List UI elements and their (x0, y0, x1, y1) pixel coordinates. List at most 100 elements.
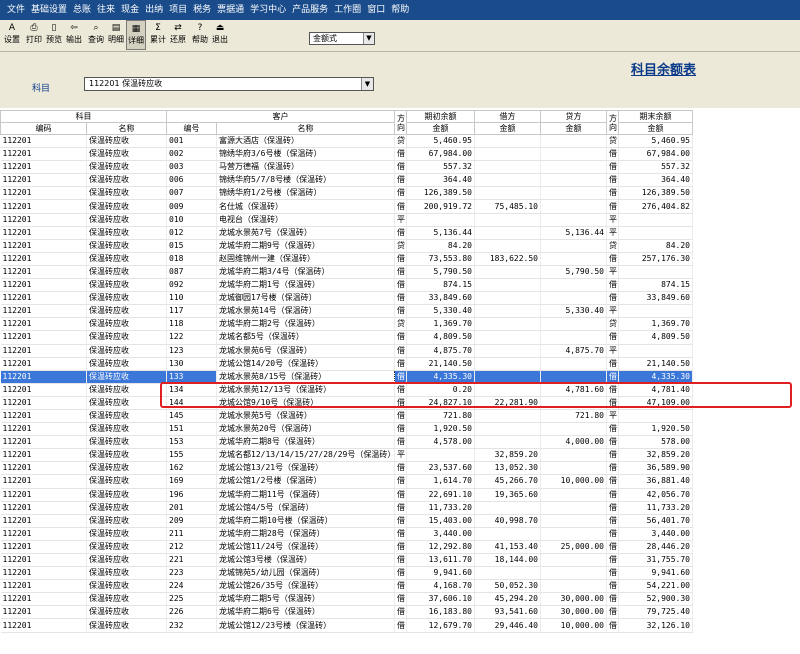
cell-direction: 借 (606, 435, 619, 450)
toolbar: A 设置 ⎙ 打印 ▯ 预览 ⇦ 输出 ⌕ 查询 ▤ 明细 ▦ 详细 Σ 累计 ⇄ 还原? 帮助 ⏏ 退出 (0, 20, 800, 52)
subject-select[interactable]: 112201 保温砖应收 ▼ (84, 77, 374, 91)
table-row[interactable]: 112201 保温砖应收 144 龙城公馆9/10号（保温砖）借 24,827.10 22… (0, 396, 693, 410)
cell-subject-name: 保温砖应收 (86, 330, 167, 345)
toolbar-button[interactable]: ▦ 详细 (126, 20, 146, 50)
menu-item[interactable]: 窗口 (364, 0, 388, 20)
cell-closing: 36,589.90 (618, 461, 693, 476)
table-row[interactable]: 112201 保温砖应收 134 龙城水景苑12/13号（保温砖）借 0.20 4,781… (0, 383, 693, 397)
table-row[interactable]: 112201 保温砖应收 010 电视台（保温砖）平平 (0, 213, 693, 227)
table-row[interactable]: 112201 保温砖应收 003 马营万德福（保温砖）借 557.32 借 557.32 (0, 160, 693, 175)
cell-customer-no: 232 (166, 618, 217, 633)
table-row[interactable]: 112201 保温砖应收 169 龙城公馆1/2号楼（保温砖）借 1,614.70 45,… (0, 474, 693, 489)
table-row[interactable]: 112201 保温砖应收 223 龙城锦苑5/幼儿园（保温砖）借 9,941.60 借 9,… (0, 566, 693, 581)
table-row[interactable]: 112201 保温砖应收 221 龙城公馆3号楼（保温砖）借 13,611.70 18,1… (0, 553, 693, 568)
toolbar-button[interactable]: ⏏ 退出 (210, 20, 230, 50)
cell-direction: 借 (606, 501, 619, 515)
cell-customer-name: 龙城公馆11/24号（保温砖） (216, 540, 395, 555)
table-row[interactable]: 112201 保温砖应收 224 龙城公馆26/35号（保温砖）借 4,168.70 50… (0, 579, 693, 594)
toolbar-button[interactable]: Σ 累计 (148, 20, 168, 50)
cell-credit (540, 186, 607, 201)
table-row[interactable]: 112201 保温砖应收 226 龙城华府二期6号（保温砖）借 16,183.80 93,… (0, 605, 693, 620)
table-row[interactable]: 112201 保温砖应收 006 锦绣华府5/7/8号楼（保温砖）借 364.40 借 36… (0, 173, 693, 188)
cell-customer-no: 133 (166, 370, 217, 384)
menu-item[interactable]: 总账 (70, 0, 94, 20)
table-row[interactable]: 112201 保温砖应收 092 龙城华府二期1号（保温砖）借 874.15 借 874.1… (0, 278, 693, 293)
table-row[interactable]: 112201 保温砖应收 007 锦绣华府1/2号楼（保温砖）借 126,389.50 借… (0, 186, 693, 201)
menu-item[interactable]: 票据通 (214, 0, 247, 20)
menu-item[interactable]: 往来 (94, 0, 118, 20)
cell-customer-no: 221 (166, 553, 217, 568)
cell-credit (540, 173, 607, 188)
menu-item[interactable]: 工作圈 (331, 0, 364, 20)
cell-credit: 4,875.70 (540, 344, 607, 358)
table-row[interactable]: 112201 保温砖应收 123 龙城水景苑6号（保温砖）借 4,875.70 4,875… (0, 344, 693, 358)
table-row[interactable]: 112201 保温砖应收 018 赵固维锦州一建（保温砖）借 73,553.80 183,… (0, 252, 693, 266)
toolbar-button[interactable]: ? 帮助 (190, 20, 210, 50)
detail-icon: ▤ (111, 23, 121, 33)
cell-opening: 3,440.00 (406, 527, 475, 541)
cell-customer-name: 龙城水景苑14号（保温砖） (216, 304, 395, 319)
table-row[interactable]: 112201 保温砖应收 201 龙城公馆4/5号（保温砖）借 11,733.20 借 11… (0, 501, 693, 515)
toolbar-button[interactable]: ▯ 预览 (44, 20, 64, 50)
table-row[interactable]: 112201 保温砖应收 015 龙城华府二期9号（保温砖）贷 84.20 贷 84.20 (0, 239, 693, 253)
table-row[interactable]: 112201 保温砖应收 110 龙城御园17号楼（保温砖）借 33,849.60 借 33… (0, 291, 693, 306)
cell-direction: 借 (606, 605, 619, 620)
table-row[interactable]: 112201 保温砖应收 155 龙城名都12/13/14/15/27/28/29号（… (0, 448, 693, 463)
cell-debit (474, 501, 541, 515)
menu-item[interactable]: 学习中心 (247, 0, 289, 20)
menu-item[interactable]: 基础设置 (28, 0, 70, 20)
table-row[interactable]: 112201 保温砖应收 212 龙城公馆11/24号（保温砖）借 12,292.80 4… (0, 540, 693, 555)
table-row[interactable]: 112201 保温砖应收 117 龙城水景苑14号（保温砖）借 5,330.40 5,33… (0, 304, 693, 319)
col-customer-no: 编号 (166, 122, 217, 135)
cell-direction: 贷 (394, 317, 407, 332)
cell-debit (474, 422, 541, 437)
table-row[interactable]: 112201 保温砖应收 122 龙城名都5号（保温砖）借 4,809.50 借 4,809… (0, 330, 693, 345)
cell-subject-name: 保温砖应收 (86, 527, 167, 541)
cell-opening: 4,875.70 (406, 344, 475, 358)
cell-credit: 4,781.60 (540, 383, 607, 397)
menu-item[interactable]: 文件 (4, 0, 28, 20)
toolbar-button[interactable]: ▤ 明细 (106, 20, 126, 50)
table-row[interactable]: 112201 保温砖应收 196 龙城华府二期11号（保温砖）借 22,691.10 19… (0, 488, 693, 502)
table-row[interactable]: 112201 保温砖应收 087 龙城华府二期3/4号（保温砖）借 5,790.50 5,… (0, 265, 693, 280)
cell-customer-name: 龙城华府二期10号楼（保温砖） (216, 514, 395, 528)
menu-item[interactable]: 现金 (118, 0, 142, 20)
table-row[interactable]: 112201 保温砖应收 001 富源大酒店（保温砖）贷 5,460.95 贷 5,460.… (0, 134, 693, 149)
table-row[interactable]: 112201 保温砖应收 232 龙城公馆12/23号楼（保温砖）借 12,679.70… (0, 618, 693, 633)
table-row[interactable]: 112201 保温砖应收 209 龙城华府二期10号楼（保温砖）借 15,403.00 4… (0, 514, 693, 528)
table-row[interactable]: 112201 保温砖应收 211 龙城华府二期28号（保温砖）借 3,440.00 借 3,… (0, 527, 693, 541)
cell-debit: 32,859.20 (474, 448, 541, 463)
balance-grid[interactable]: 科目 客户 方向 期初余额 借方 贷方 方向 期末余额 编码 名称 编号 名称 … (0, 110, 800, 654)
cell-subject-code: 112201 (0, 317, 87, 332)
menu-item[interactable]: 产品服务 (289, 0, 331, 20)
table-row[interactable]: 112201 保温砖应收 133 龙城水景苑8/15号（保温砖）借 4,335.30 借 4… (0, 369, 693, 384)
table-row[interactable]: 112201 保温砖应收 162 龙城公馆13/21号（保温砖）借 23,537.60 1… (0, 461, 693, 476)
table-row[interactable]: 112201 保温砖应收 145 龙城水景苑5号（保温砖）借 721.80 721.80 平 (0, 409, 693, 424)
table-row[interactable]: 112201 保温砖应收 225 龙城华府二期5号（保温砖）借 37,606.10 45,… (0, 592, 693, 607)
toolbar-button[interactable]: ⇦ 输出 (64, 20, 84, 50)
table-row[interactable]: 112201 保温砖应收 130 龙城公馆14/20号（保温砖）借 21,140.50 借… (0, 357, 693, 371)
menu-item[interactable]: 项目 (166, 0, 190, 20)
format-select[interactable]: 金额式 ▼ (309, 32, 375, 45)
table-row[interactable]: 112201 保温砖应收 012 龙城水景苑7号（保温砖）借 5,136.44 5,136… (0, 226, 693, 240)
table-row[interactable]: 112201 保温砖应收 153 龙城华府二期8号（保温砖）借 4,578.00 4,00… (0, 435, 693, 450)
cell-direction: 借 (606, 396, 619, 410)
table-row[interactable]: 112201 保温砖应收 002 锦绣华府3/6号楼（保温砖）借 67,984.00 借 6… (0, 147, 693, 162)
cell-closing: 1,920.50 (618, 422, 693, 437)
cell-customer-no: 211 (166, 527, 217, 541)
toolbar-button[interactable]: A 设置 (2, 20, 22, 50)
cell-direction: 借 (394, 383, 407, 397)
cell-subject-name: 保温砖应收 (86, 501, 167, 515)
toolbar-button[interactable]: ⌕ 查询 (86, 20, 106, 50)
cell-debit (474, 317, 541, 332)
toolbar-button[interactable]: ⇄ 还原 (168, 20, 188, 50)
menu-item[interactable]: 帮助 (388, 0, 412, 20)
toolbar-button[interactable]: ⎙ 打印 (24, 20, 44, 50)
menu-item[interactable]: 出纳 (142, 0, 166, 20)
menu-item[interactable]: 税务 (190, 0, 214, 20)
table-row[interactable]: 112201 保温砖应收 118 龙城华府二期2号（保温砖）贷 1,369.70 贷 1,3… (0, 317, 693, 332)
table-row[interactable]: 112201 保温砖应收 009 名仕城（保温砖）借 200,919.72 75,485.… (0, 199, 693, 214)
cell-closing (618, 344, 693, 358)
table-row[interactable]: 112201 保温砖应收 151 龙城水景苑20号（保温砖）借 1,920.50 借 1,9… (0, 422, 693, 437)
cell-debit: 40,998.70 (474, 514, 541, 528)
